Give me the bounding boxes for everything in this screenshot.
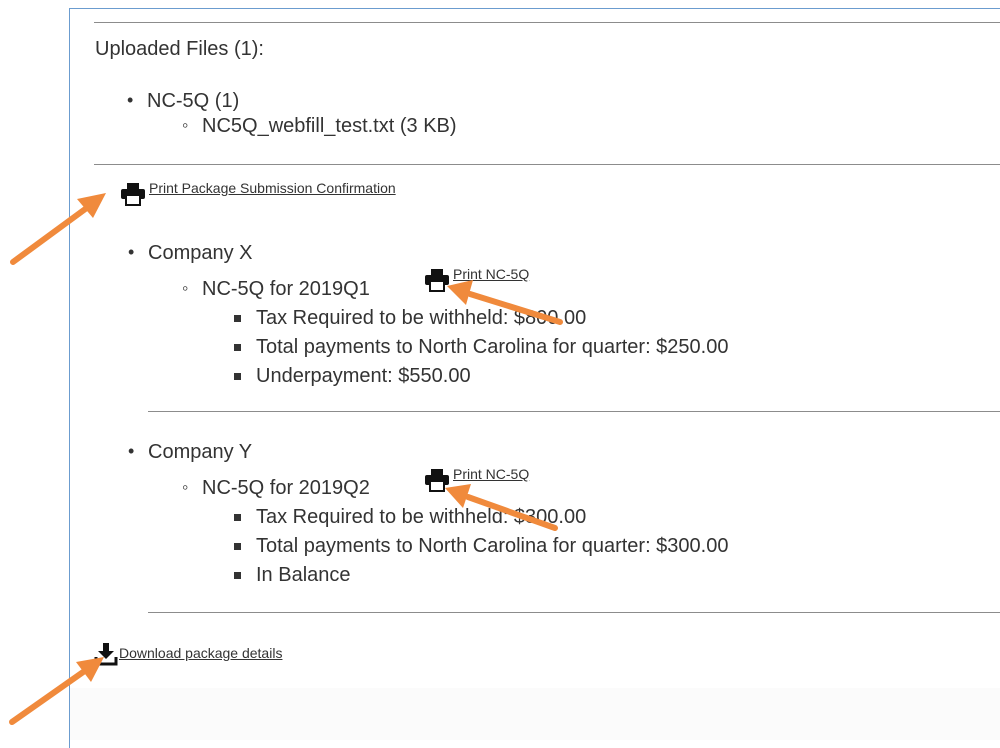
company-y-item: Company Y (128, 441, 252, 464)
printer-icon (425, 269, 449, 292)
company-x-detail: Tax Required to be withheld: $800.00 (233, 307, 587, 329)
company-y-filing: NC-5Q for 2019Q2 (182, 477, 370, 500)
company-x-print-label: Print NC-5Q (453, 266, 530, 282)
print-confirmation-link[interactable]: Print Package Submission Confirmation (120, 178, 470, 208)
company-y-detail: In Balance (234, 564, 351, 586)
download-details-label: Download package details (119, 645, 283, 661)
company-x-item: Company X (128, 242, 252, 265)
printer-icon (425, 469, 449, 492)
print-confirmation-label: Print Package Submission Confirmation (149, 180, 396, 196)
company-y-detail: Total payments to North Carolina for qua… (233, 535, 729, 557)
company-x-print-link[interactable]: Print NC-5Q (424, 266, 554, 294)
uploaded-files-heading: Uploaded Files (1): (95, 38, 264, 60)
uploaded-form-item: NC-5Q (1) (127, 90, 239, 113)
divider-company-y (148, 612, 1000, 613)
divider-company-x (148, 411, 1000, 412)
uploaded-file-item: NC5Q_webfill_test.txt (3 KB) (182, 115, 456, 138)
company-x-detail: Total payments to North Carolina for qua… (233, 336, 729, 358)
footer-area (70, 688, 1000, 740)
download-icon (94, 643, 118, 666)
company-y-detail: Tax Required to be withheld: $300.00 (233, 506, 587, 528)
download-details-link[interactable]: Download package details (94, 640, 334, 668)
company-x-filing: NC-5Q for 2019Q1 (182, 278, 370, 301)
company-x-detail: Underpayment: $550.00 (234, 365, 471, 387)
company-y-print-link[interactable]: Print NC-5Q (424, 466, 554, 494)
printer-icon (121, 183, 145, 206)
divider-top (94, 22, 1000, 23)
divider-files (94, 164, 1000, 165)
company-y-print-label: Print NC-5Q (453, 466, 530, 482)
